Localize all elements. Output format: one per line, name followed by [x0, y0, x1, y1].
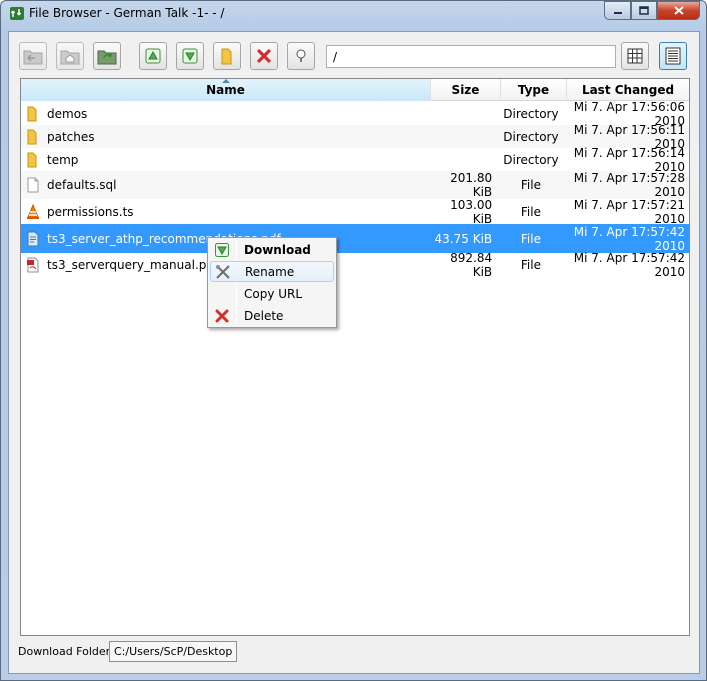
file-row-temp[interactable]: temp Directory Mi 7. Apr 17:56:14 2010: [21, 145, 689, 174]
maximize-button[interactable]: [631, 1, 657, 20]
file-size: 43.75 KiB: [434, 231, 493, 246]
grid-view-icon: [627, 48, 643, 64]
rename-icon: [296, 49, 306, 62]
download-icon: [215, 242, 229, 257]
column-changed-label: Last Changed: [581, 83, 675, 97]
file-list[interactable]: Name Size Type Last Changed demos Direct…: [20, 78, 690, 636]
context-delete-label: Delete: [244, 308, 284, 323]
delete-icon: [257, 49, 271, 63]
refresh-button[interactable]: [93, 42, 121, 70]
file-date: Mi 7. Apr 17:57:28 2010: [573, 171, 685, 199]
close-icon: [673, 6, 684, 15]
window-controls: [604, 1, 700, 20]
back-button[interactable]: [19, 42, 47, 70]
file-name: demos: [47, 106, 88, 121]
title-bar[interactable]: File Browser - German Talk -1- - /: [1, 1, 706, 25]
folder-icon: [27, 106, 37, 121]
file-icon: [27, 177, 39, 193]
upload-icon: [145, 48, 161, 64]
context-menu: Download Rename Copy URL Delete: [207, 237, 337, 328]
vlc-cone-icon: [27, 203, 39, 219]
file-size: 103.00 KiB: [450, 197, 493, 226]
context-copy-url-label: Copy URL: [244, 286, 303, 301]
context-download[interactable]: Download: [210, 239, 334, 260]
rename-button[interactable]: [287, 42, 315, 70]
delete-button[interactable]: [250, 42, 278, 70]
column-changed-header[interactable]: Last Changed: [567, 79, 689, 101]
file-name: permissions.ts: [47, 204, 134, 219]
new-folder-button[interactable]: [213, 42, 241, 70]
file-row-defaults-sql[interactable]: defaults.sql 201.80 KiB File Mi 7. Apr 1…: [21, 171, 689, 199]
close-button[interactable]: [657, 1, 700, 20]
folder-refresh-icon: [97, 50, 117, 65]
download-folder-path[interactable]: C:/Users/ScP/Desktop: [109, 641, 238, 662]
file-row-serverquery-manual[interactable]: ts3_serverquery_manual.pdf 892.84 KiB Fi…: [21, 251, 689, 279]
delete-icon: [215, 309, 229, 322]
path-input[interactable]: [326, 45, 616, 68]
file-type: Directory: [503, 152, 559, 167]
folder-icon: [27, 152, 37, 167]
file-row-permissions-ts[interactable]: permissions.ts 103.00 KiB File Mi 7. Apr…: [21, 197, 689, 226]
minimize-button[interactable]: [604, 1, 631, 20]
minimize-icon: [613, 11, 622, 14]
context-rename-label: Rename: [245, 264, 295, 279]
folder-back-icon: [23, 50, 43, 65]
window-title: File Browser - German Talk -1- - /: [29, 6, 225, 20]
column-type-label: Type: [517, 83, 550, 97]
file-browser-window: File Browser - German Talk -1- - / / Nam…: [0, 0, 707, 681]
file-name: patches: [47, 129, 95, 144]
toolbar: [19, 42, 689, 72]
column-name-label: Name: [206, 83, 245, 97]
context-download-label: Download: [244, 242, 311, 257]
new-folder-icon: [221, 48, 232, 65]
file-row-athp-recommendations[interactable]: ts3_server_athp_recommendations.pdf 43.7…: [21, 224, 689, 253]
file-type: File: [520, 258, 541, 272]
file-name: temp: [47, 152, 79, 167]
file-date: Mi 7. Apr 17:57:21 2010: [573, 197, 685, 226]
column-header: Name Size Type Last Changed: [21, 79, 689, 101]
column-size-header[interactable]: Size: [431, 79, 501, 101]
client-area: Name Size Type Last Changed demos Direct…: [8, 31, 700, 674]
maximize-icon: [639, 6, 649, 15]
file-date: Mi 7. Apr 17:57:42 2010: [573, 251, 685, 279]
column-name-header[interactable]: Name: [21, 79, 431, 101]
file-type: Directory: [503, 129, 559, 144]
column-type-header[interactable]: Type: [501, 79, 567, 101]
file-date: Mi 7. Apr 17:56:14 2010: [573, 145, 685, 174]
file-size: 892.84 KiB: [450, 251, 493, 279]
list-view-icon: [665, 47, 681, 65]
file-type: Directory: [503, 106, 559, 121]
download-icon: [182, 48, 198, 64]
file-type: File: [520, 178, 541, 192]
download-button[interactable]: [176, 42, 204, 70]
details-view-button[interactable]: [659, 42, 687, 70]
upload-button[interactable]: [139, 42, 167, 70]
sort-ascending-icon: [221, 79, 230, 83]
home-button[interactable]: [56, 42, 84, 70]
folder-home-icon: [60, 50, 80, 65]
file-type: File: [520, 231, 541, 246]
file-size: 201.80 KiB: [450, 171, 493, 199]
icon-view-button[interactable]: [621, 42, 649, 70]
download-folder-label: Download Folder:: [18, 645, 114, 658]
app-icon: [10, 7, 24, 20]
column-size-label: Size: [451, 83, 480, 97]
pdf-icon: [27, 257, 39, 273]
context-delete[interactable]: Delete: [210, 305, 334, 326]
file-name: defaults.sql: [47, 178, 117, 192]
context-copy-url[interactable]: Copy URL: [210, 283, 334, 304]
rename-tools-icon: [216, 264, 230, 279]
folder-icon: [27, 129, 37, 144]
context-rename[interactable]: Rename: [210, 261, 334, 282]
file-date: Mi 7. Apr 17:57:42 2010: [573, 224, 685, 253]
document-icon: [27, 231, 39, 246]
file-name: ts3_serverquery_manual.pdf: [47, 258, 219, 272]
file-type: File: [520, 204, 541, 219]
